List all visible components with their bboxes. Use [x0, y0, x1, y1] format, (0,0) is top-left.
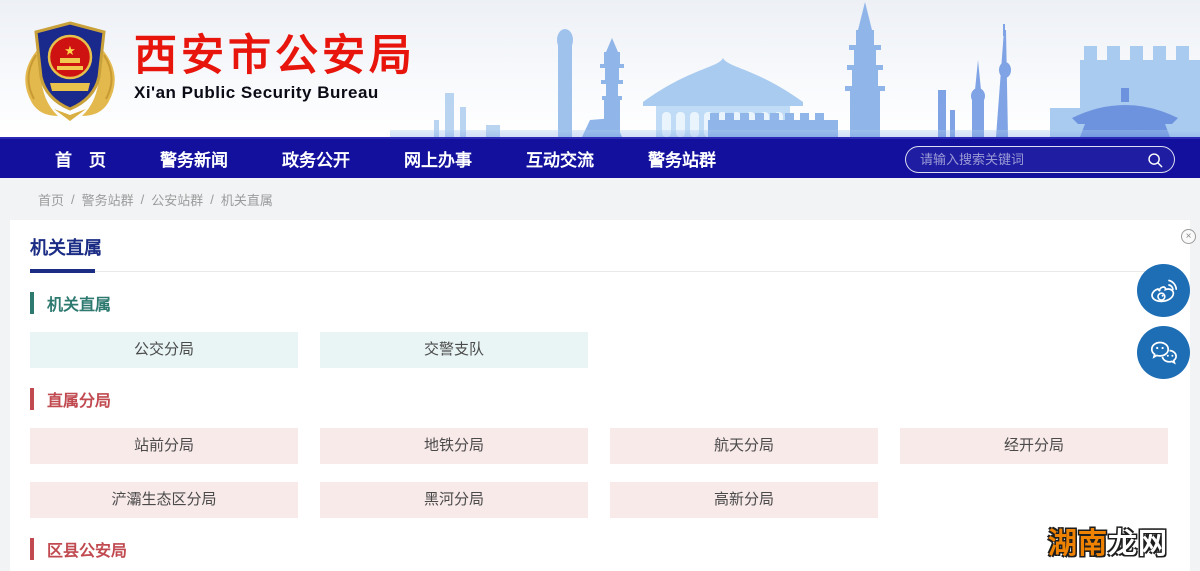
sections: 机关直属公交分局 交警支队直属分局站前分局 地铁分局 航天分局 经开分局浐灞生态区分局黑…	[30, 292, 1170, 560]
link-grid-organ-direct: 公交分局 交警支队	[30, 332, 1170, 368]
bureau-link[interactable]: 地铁分局	[320, 428, 588, 464]
site-subtitle: Xi'an Public Security Bureau	[134, 82, 379, 102]
section-title: 机关直属	[47, 297, 112, 314]
breadcrumb-item[interactable]: 首页	[38, 190, 64, 209]
content-card: 机关直属 机关直属公交分局 交警支队直属分局站前分局 地铁分局 航天分局 经开分局浐灞生…	[10, 220, 1190, 571]
section-header-direct-branches: 直属分局	[30, 388, 1170, 410]
site-title: 西安市公安局	[134, 32, 416, 81]
search-box	[905, 146, 1175, 173]
weibo-icon[interactable]	[1137, 264, 1190, 317]
nav-item-news[interactable]: 警务新闻	[160, 146, 228, 171]
nav-item-home[interactable]: 首 页	[55, 146, 106, 171]
bureau-link[interactable]: 高新分局	[610, 482, 878, 518]
breadcrumb-separator: /	[210, 191, 214, 207]
section-header-organ-direct: 机关直属	[30, 292, 1170, 314]
bureau-link[interactable]: 浐灞生态区分局	[30, 482, 298, 518]
bureau-link[interactable]: 交警支队	[320, 332, 588, 368]
breadcrumb: 首页 / 警务站群 / 公安站群 / 机关直属	[0, 178, 1200, 220]
nav-item-gov-open[interactable]: 政务公开	[282, 146, 350, 171]
watermark-part2: 龙网	[1107, 528, 1168, 560]
title-underline	[30, 269, 1170, 273]
bureau-link[interactable]: 经开分局	[900, 428, 1168, 464]
main-nav: 首 页 警务新闻 政务公开 网上办事 互动交流 警务站群	[0, 137, 1200, 178]
section-title: 区县公安局	[47, 543, 128, 560]
breadcrumb-separator: /	[140, 191, 145, 207]
section-accent-bar	[30, 538, 34, 560]
section-title: 直属分局	[47, 393, 112, 410]
section-header-district-county-bureaus: 区县公安局	[30, 538, 1170, 560]
site-header: ★ 西安市公安局 Xi'an Public Security Bureau	[0, 0, 1200, 137]
bureau-link[interactable]: 黑河分局	[320, 482, 588, 518]
wechat-icon[interactable]	[1137, 326, 1190, 379]
link-grid-direct-branches: 站前分局 地铁分局 航天分局 经开分局浐灞生态区分局 黑河分局 高新分局	[30, 428, 1170, 518]
page-title: 机关直属	[30, 238, 102, 258]
breadcrumb-item[interactable]: 警务站群	[82, 190, 134, 209]
nav-item-online-services[interactable]: 网上办事	[404, 146, 472, 171]
close-icon[interactable]: ×	[1181, 229, 1196, 244]
bureau-link[interactable]: 公交分局	[30, 332, 298, 368]
search-icon[interactable]	[1146, 151, 1164, 169]
section-accent-bar	[30, 292, 34, 314]
search-input[interactable]	[920, 152, 1146, 167]
watermark-part1: 湖南	[1047, 528, 1108, 560]
breadcrumb-item: 机关直属	[220, 192, 273, 208]
watermark: 湖南龙网	[1048, 520, 1168, 562]
nav-item-station-group[interactable]: 警务站群	[648, 146, 716, 171]
nav-items: 首 页 警务新闻 政务公开 网上办事 互动交流 警务站群	[55, 146, 716, 171]
nav-item-interaction[interactable]: 互动交流	[526, 146, 594, 171]
police-emblem-icon: ★	[25, 20, 115, 121]
bureau-link[interactable]: 站前分局	[30, 428, 298, 464]
breadcrumb-item[interactable]: 公安站群	[151, 190, 203, 209]
breadcrumb-separator: /	[71, 191, 75, 207]
svg-text:★: ★	[64, 43, 76, 58]
section-accent-bar	[30, 388, 34, 410]
bureau-link[interactable]: 航天分局	[610, 428, 878, 464]
